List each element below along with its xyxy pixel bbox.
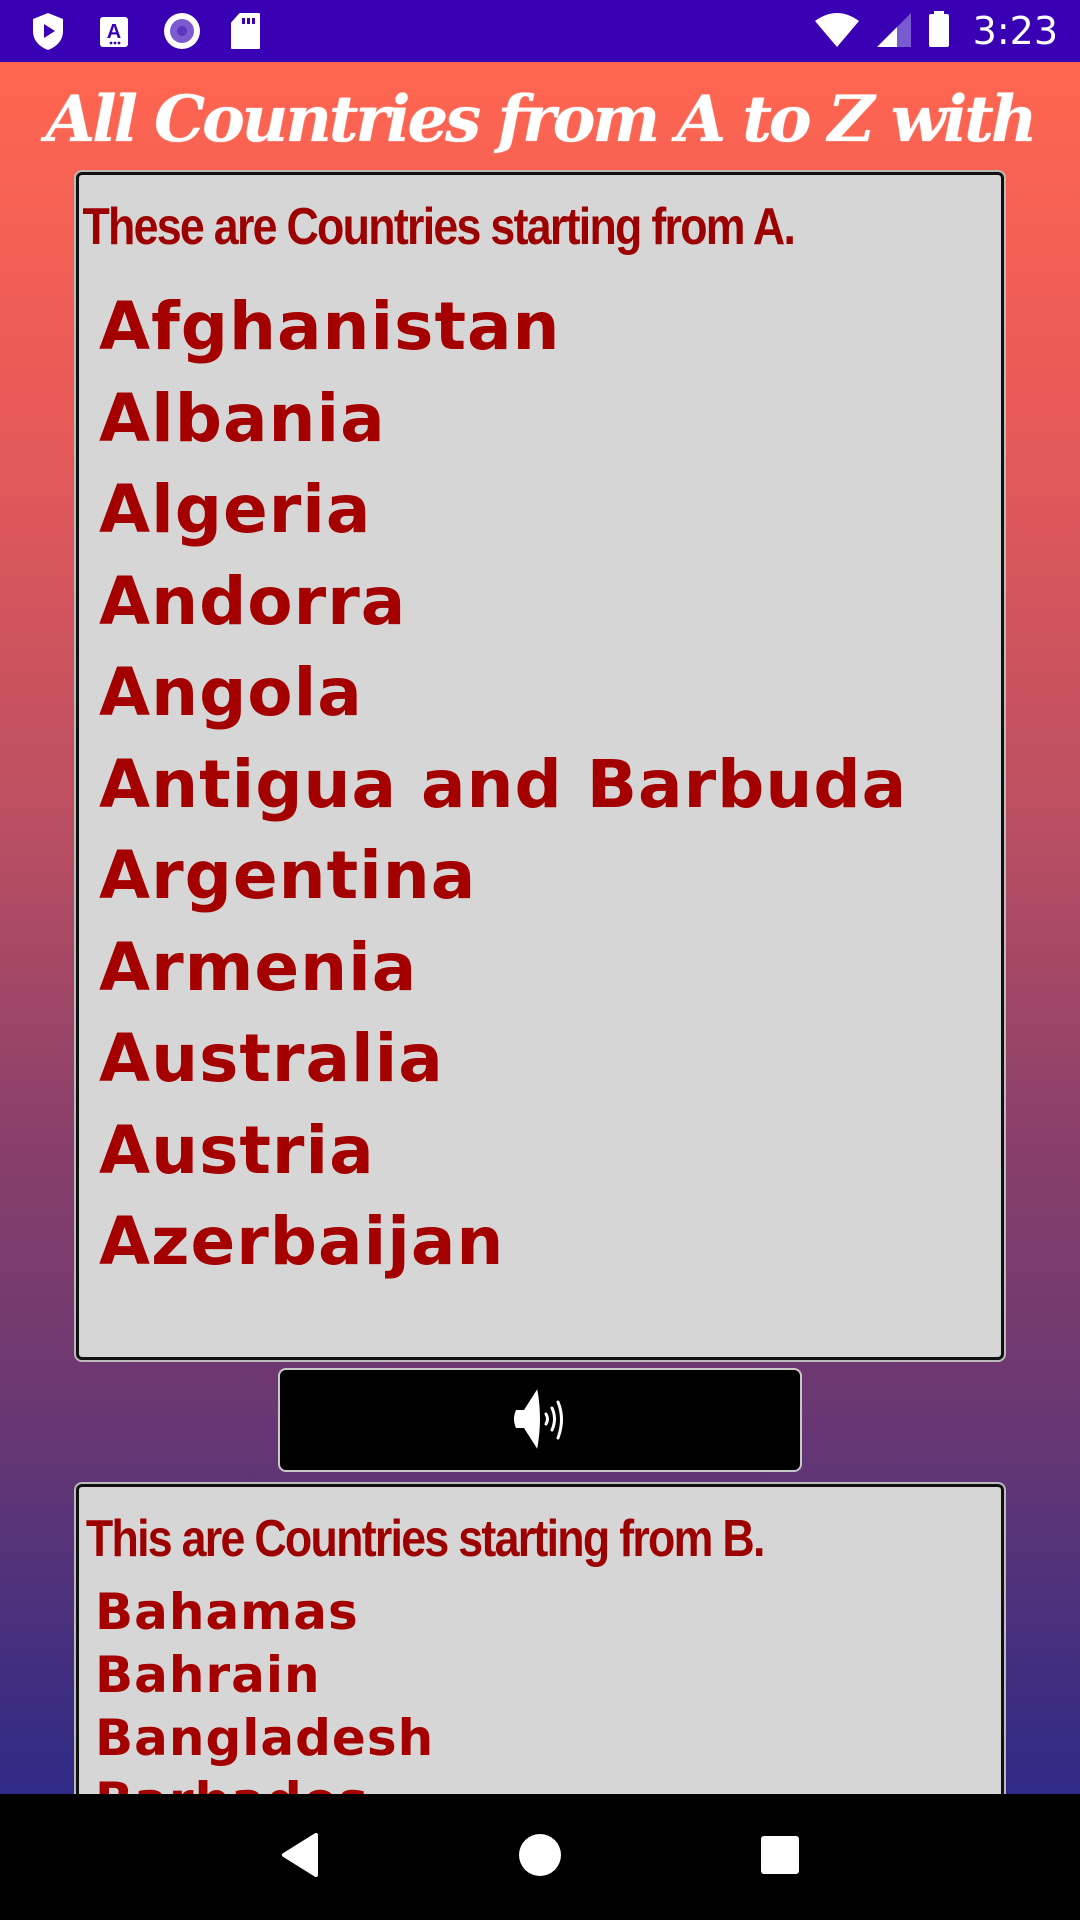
status-left-icons: A [0,11,264,51]
cellular-signal-icon [875,9,913,54]
country-item: Austria [99,1111,375,1189]
country-item: Australia [99,1020,444,1097]
country-item: Armenia [99,928,418,1006]
accessibility-a-icon: A [96,11,132,51]
battery-icon [927,9,951,54]
sd-card-icon [228,11,264,51]
speaker-volume-icon [500,1378,580,1463]
country-item: Barbados [95,1770,1001,1794]
country-item: Algeria [99,471,372,548]
section-a-heading: These are Countries starting from A. [82,198,795,256]
countries-a-card[interactable]: These are Countries starting from A. Afg… [76,172,1004,1360]
back-button[interactable] [270,1827,330,1887]
country-item: Bangladesh [95,1709,435,1767]
section-b-heading: This are Countries starting from B. [85,1510,766,1568]
navigation-bar [0,1794,1080,1920]
record-circle-icon [162,11,200,51]
recents-button[interactable] [750,1827,810,1887]
home-button[interactable] [510,1827,570,1887]
countries-b-list: Bahamas Bahrain Bangladesh Barbados [79,1581,1001,1794]
country-item: Afghanistan [99,288,561,365]
country-item: Bahrain [95,1646,321,1704]
country-item: Andorra [99,562,407,640]
recents-icon [759,1834,801,1881]
status-right-icons: 3:23 [813,9,1080,54]
app-content: All Countries from A to Z with Sound The… [0,62,1080,1794]
play-protect-icon [30,11,66,51]
country-item: Bahamas [95,1583,359,1641]
home-icon [517,1832,563,1883]
svg-text:A: A [107,21,121,43]
country-item: Albania [99,379,386,457]
country-item: Angola [99,654,363,731]
status-bar: A 3:23 [0,0,1080,62]
countries-a-list: Afghanistan Albania Algeria Andorra Ango… [79,281,1001,1288]
country-item: Azerbaijan [99,1203,505,1280]
clock: 3:23 [972,9,1058,53]
wifi-icon [813,9,861,54]
countries-b-card[interactable]: This are Countries starting from B. Baha… [76,1484,1004,1794]
country-item: Antigua and Barbuda [99,745,908,823]
country-item: Argentina [99,837,477,914]
play-sound-button[interactable] [278,1368,802,1472]
back-icon [278,1831,322,1884]
